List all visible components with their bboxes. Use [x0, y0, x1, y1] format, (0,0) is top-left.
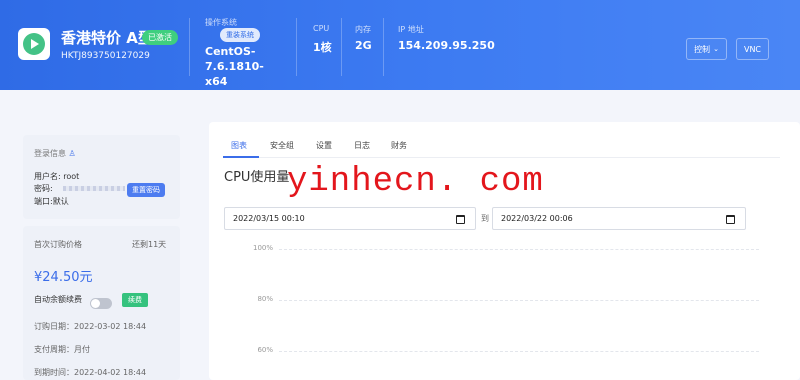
play-icon — [23, 33, 45, 55]
renew-button[interactable]: 续费 — [122, 293, 148, 307]
auto-renew-toggle[interactable] — [90, 298, 112, 309]
ip-label: IP 地址 — [398, 25, 424, 34]
tab-bar: 图表 安全组 设置 日志 财务 — [223, 136, 780, 158]
product-name: 香港特价 A型 — [61, 29, 153, 47]
auto-renew-label: 自动余额续费 — [34, 295, 82, 304]
username-value: root — [63, 172, 80, 181]
first-price-label: 首次订购价格 — [34, 240, 82, 249]
login-info-card: 登录信息 ♙ 用户名: root 密码: 重置密码 端口:默认 — [23, 135, 180, 219]
price-value: ¥24.50元 — [34, 270, 93, 285]
y-tick-label: 80% — [257, 295, 273, 303]
cpu-label: CPU — [313, 24, 330, 33]
divider — [383, 18, 384, 76]
password-label: 密码: — [34, 184, 53, 193]
login-info-title: 登录信息 ♙ — [34, 149, 76, 158]
vnc-button[interactable]: VNC — [736, 38, 769, 60]
expire-date: 到期时间：2022-04-02 18:44 — [34, 368, 147, 377]
os-label: 操作系统 — [205, 18, 237, 27]
tab-settings[interactable]: 设置 — [316, 140, 332, 151]
tab-logs[interactable]: 日志 — [354, 140, 370, 151]
ip-value: 154.209.95.250 — [398, 39, 495, 52]
memory-label: 内存 — [355, 25, 371, 34]
control-dropdown-button[interactable]: 控制 ⌄ — [686, 38, 727, 60]
chart-title: CPU使用量 — [224, 170, 290, 185]
user-icon: ♙ — [68, 149, 76, 158]
status-badge: 已激活 — [142, 30, 178, 45]
y-tick-label: 60% — [257, 346, 273, 354]
end-date-input[interactable]: 2022/03/22 00:06 — [492, 207, 746, 230]
memory-value: 2G — [355, 39, 372, 52]
y-tick-label: 100% — [252, 244, 273, 252]
grid-line — [279, 249, 759, 250]
reinstall-os-button[interactable]: 重装系统 — [220, 28, 260, 42]
username-row: 用户名: root — [34, 172, 80, 181]
calendar-icon[interactable] — [726, 215, 735, 224]
divider — [341, 18, 342, 76]
tab-security-group[interactable]: 安全组 — [270, 140, 294, 151]
start-date-input[interactable]: 2022/03/15 00:10 — [224, 207, 476, 230]
server-status-icon-box — [18, 28, 50, 60]
chevron-down-icon: ⌄ — [713, 45, 719, 53]
control-label: 控制 — [694, 44, 711, 54]
password-masked — [63, 186, 125, 191]
server-header-banner: 香港特价 A型 已激活 HKTJ893750127029 操作系统 重装系统 C… — [0, 0, 800, 90]
grid-line — [279, 300, 759, 301]
port-value: 默认 — [52, 197, 69, 206]
active-tab-indicator — [223, 156, 259, 158]
watermark-text: yinhecn. com — [287, 163, 544, 201]
port-row: 端口:默认 — [34, 197, 69, 206]
calendar-icon[interactable] — [456, 215, 465, 224]
date-range-separator: 到 — [481, 214, 489, 223]
main-panel: 图表 安全组 设置 日志 财务 CPU使用量 2022/03/15 00:10 … — [209, 122, 800, 380]
remaining-days: 还剩11天 — [132, 240, 167, 249]
grid-line — [279, 351, 759, 352]
divider — [189, 18, 190, 76]
order-date: 订购日期：2022-03-02 18:44 — [34, 322, 147, 331]
os-value: CentOS-7.6.1810-x64 — [205, 45, 264, 88]
divider — [296, 18, 297, 76]
product-id: HKTJ893750127029 — [61, 51, 150, 61]
billing-card: 首次订购价格 还剩11天 ¥24.50元 自动余额续费 续费 订购日期：2022… — [23, 226, 180, 380]
cpu-value: 1核 — [313, 41, 332, 54]
tab-charts[interactable]: 图表 — [231, 140, 247, 151]
pay-cycle: 支付周期：月付 — [34, 345, 90, 354]
reset-password-button[interactable]: 重置密码 — [127, 183, 165, 197]
tab-finance[interactable]: 财务 — [391, 140, 407, 151]
